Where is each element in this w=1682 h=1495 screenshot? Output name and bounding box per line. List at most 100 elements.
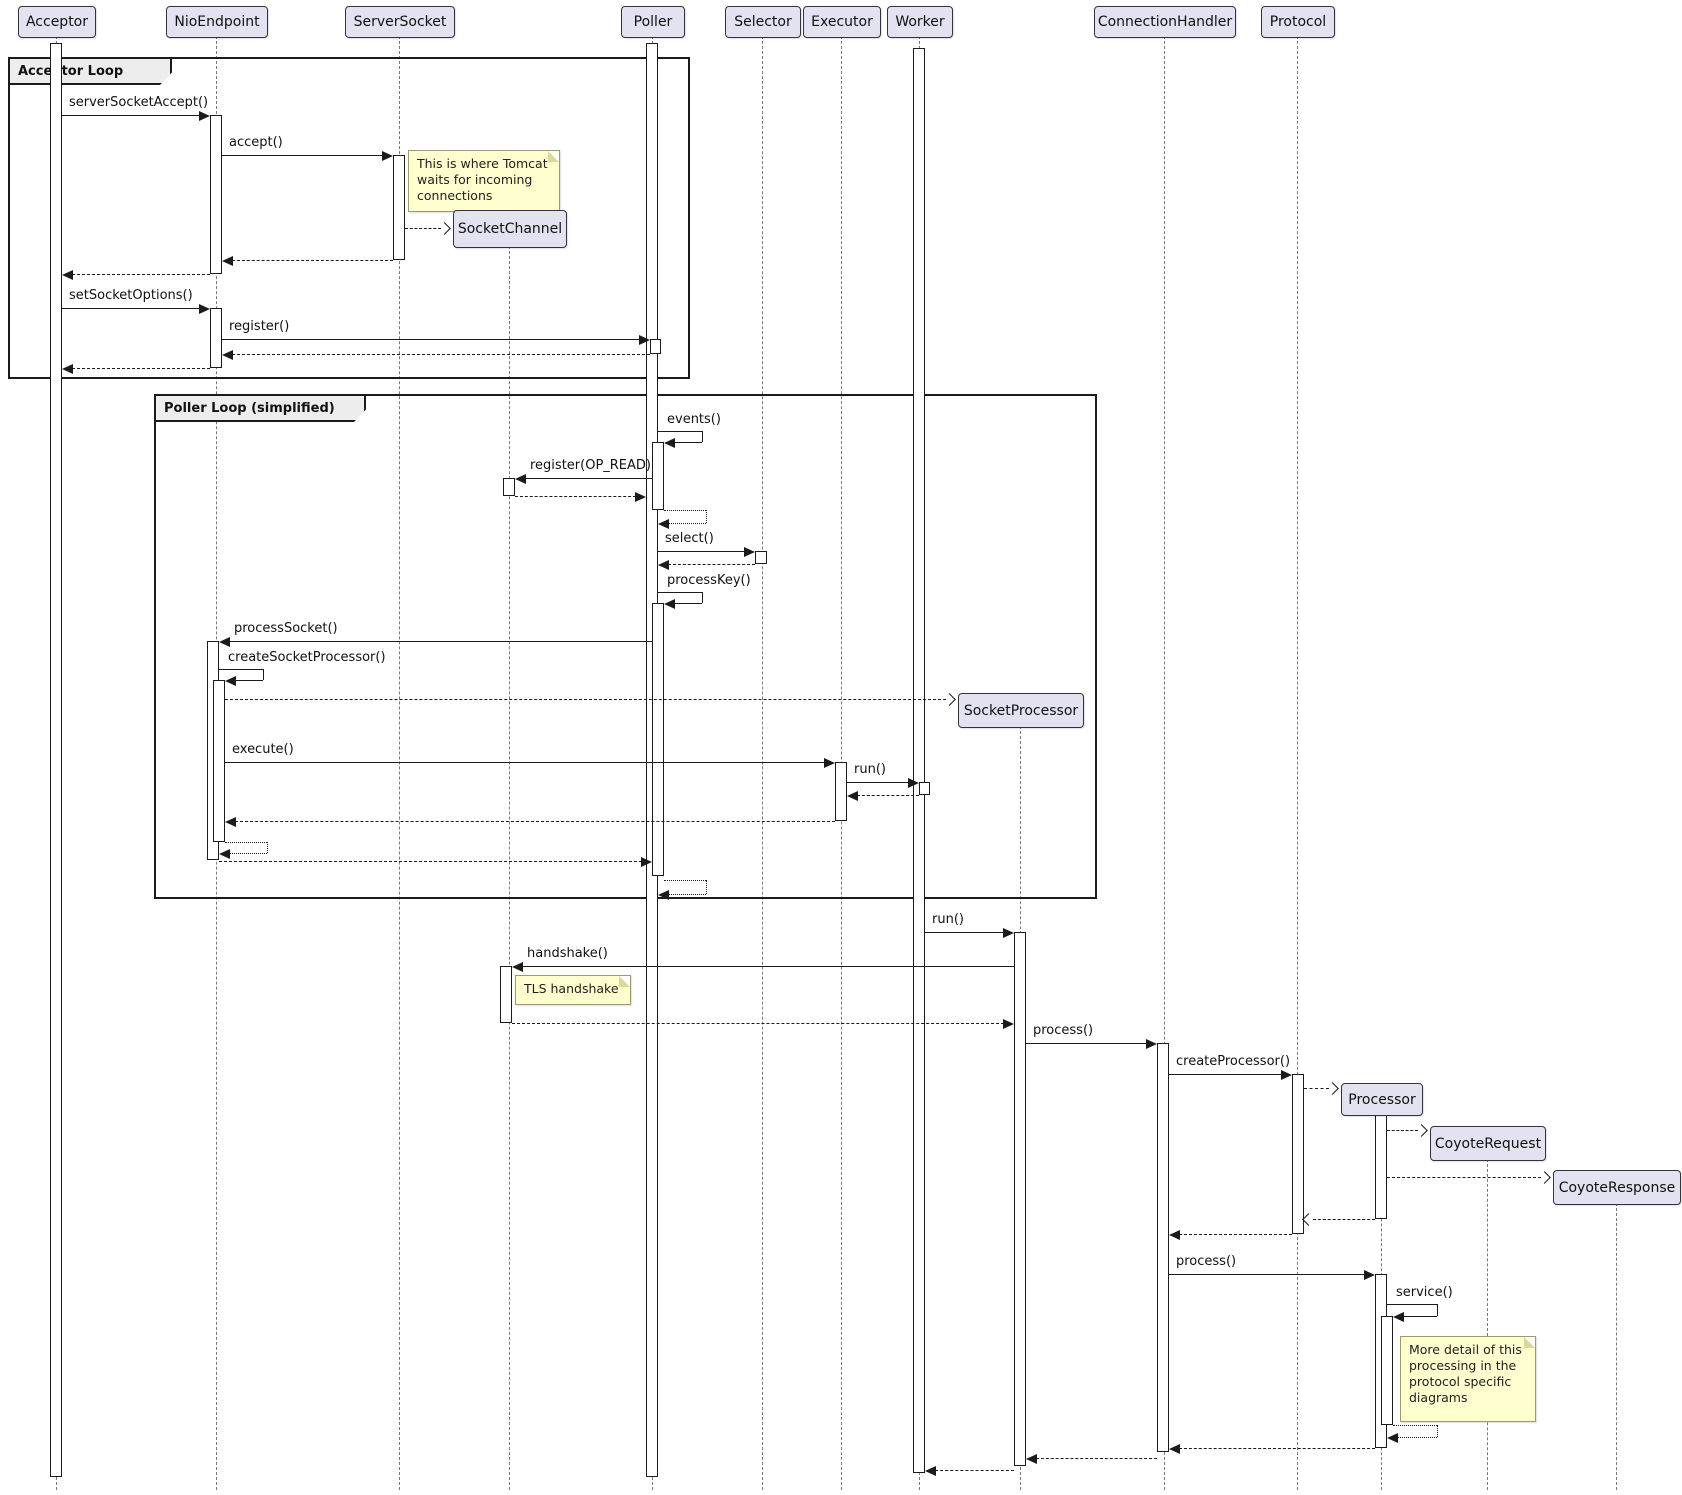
message-line xyxy=(1387,1130,1418,1131)
arrowhead xyxy=(222,256,233,266)
message-line xyxy=(668,564,755,565)
open-arrowhead xyxy=(1302,1213,1315,1226)
self-message-label: createSocketProcessor() xyxy=(228,649,386,666)
message-line xyxy=(222,339,640,340)
message-line xyxy=(72,274,210,275)
message-label: register() xyxy=(229,318,289,335)
self-message-top xyxy=(658,592,702,593)
self-message-bottom xyxy=(229,853,267,854)
message-label: setSocketOptions() xyxy=(69,287,193,304)
self-message-bottom xyxy=(668,894,706,895)
self-message-label: service() xyxy=(1396,1284,1453,1301)
sequence-diagram: Acceptor LoopPoller Loop (simplified)ser… xyxy=(0,0,1682,1495)
participant-socketchannel: SocketChannel xyxy=(453,210,567,248)
message-label: select() xyxy=(665,530,714,547)
activation-worker-run-stub xyxy=(919,782,930,795)
participant-worker: Worker xyxy=(887,6,953,38)
message-line xyxy=(225,699,946,700)
self-message-label: events() xyxy=(667,411,721,428)
arrowhead xyxy=(1169,1230,1180,1240)
note: More detail of thisprocessing in theprot… xyxy=(1400,1336,1536,1422)
self-message-top xyxy=(1387,1304,1437,1305)
self-message-side xyxy=(706,510,707,523)
message-line xyxy=(925,932,1004,933)
message-line xyxy=(232,260,393,261)
arrowhead xyxy=(925,1466,936,1476)
arrowhead xyxy=(1364,1270,1375,1280)
note-text: processing in the xyxy=(1409,1358,1527,1374)
message-line xyxy=(405,228,441,229)
arrowhead xyxy=(658,560,669,570)
arrowhead xyxy=(847,791,858,801)
arrowhead xyxy=(225,676,236,686)
self-message-top xyxy=(664,880,706,881)
self-message-bottom xyxy=(668,523,706,524)
activation-nioendpoint-accept xyxy=(210,115,222,274)
message-line xyxy=(522,966,1014,967)
message-label: serverSocketAccept() xyxy=(69,94,208,111)
message-label: run() xyxy=(854,761,886,778)
participant-executor: Executor xyxy=(803,6,881,38)
message-line xyxy=(1179,1234,1292,1235)
arrowhead xyxy=(199,111,210,121)
message-line xyxy=(1026,1043,1147,1044)
note-text: protocol specific xyxy=(1409,1374,1527,1390)
activation-connectionhandler-process xyxy=(1157,1043,1169,1452)
self-message-top xyxy=(219,669,263,670)
arrowhead xyxy=(225,817,236,827)
arrowhead xyxy=(1003,1019,1014,1029)
message-line xyxy=(1169,1074,1282,1075)
participant-selector: Selector xyxy=(725,6,801,38)
open-arrowhead xyxy=(1326,1082,1339,1095)
arrowhead xyxy=(219,849,230,859)
message-line xyxy=(219,861,642,862)
activation-nioendpoint-createsp xyxy=(213,680,225,842)
participant-acceptor: Acceptor xyxy=(18,6,96,38)
participant-serversocket: ServerSocket xyxy=(345,6,455,38)
message-label: processSocket() xyxy=(234,620,338,637)
message-line xyxy=(1313,1219,1375,1220)
participant-coyoterequest: CoyoteRequest xyxy=(1430,1126,1546,1161)
arrowhead xyxy=(658,519,669,529)
arrowhead xyxy=(222,350,233,360)
self-message-bottom xyxy=(1397,1437,1437,1438)
self-message-side xyxy=(706,880,707,894)
self-message-top xyxy=(1393,1425,1437,1426)
arrowhead xyxy=(639,335,650,345)
participant-connectionhandler: ConnectionHandler xyxy=(1094,6,1236,38)
note: This is where Tomcatwaits for incomingco… xyxy=(408,150,560,212)
message-label: process() xyxy=(1176,1253,1236,1270)
activation-nioendpoint-setopts xyxy=(210,308,222,368)
self-message-bottom xyxy=(674,442,702,443)
activation-executor-execute xyxy=(835,762,847,821)
message-label: execute() xyxy=(232,741,294,758)
activation-acceptor-main xyxy=(50,43,62,1477)
message-line xyxy=(1387,1177,1541,1178)
self-message-top xyxy=(658,431,702,432)
note-text: More detail of this xyxy=(1409,1342,1527,1358)
message-line xyxy=(62,308,200,309)
activation-worker-main xyxy=(913,48,925,1473)
self-message-side xyxy=(702,592,703,603)
participant-socketprocessor: SocketProcessor xyxy=(958,693,1084,728)
message-line xyxy=(1179,1448,1375,1449)
open-arrowhead xyxy=(1538,1171,1551,1184)
arrowhead xyxy=(1146,1039,1157,1049)
activation-poller-events xyxy=(652,442,664,510)
arrowhead xyxy=(641,857,652,867)
note-text: TLS handshake xyxy=(524,981,622,997)
self-message-side xyxy=(267,842,268,853)
note-text: diagrams xyxy=(1409,1390,1527,1406)
message-label: register(OP_READ) xyxy=(530,457,651,474)
arrowhead xyxy=(664,599,675,609)
open-arrowhead xyxy=(1415,1124,1428,1137)
self-message-side xyxy=(263,669,264,680)
message-line xyxy=(525,478,652,479)
message-label: accept() xyxy=(229,134,283,151)
message-line xyxy=(847,782,909,783)
message-line xyxy=(222,155,383,156)
participant-protocol: Protocol xyxy=(1261,6,1335,38)
arrowhead xyxy=(1026,1454,1037,1464)
activation-socketchannel-handshake xyxy=(500,966,512,1023)
message-line xyxy=(232,354,650,355)
